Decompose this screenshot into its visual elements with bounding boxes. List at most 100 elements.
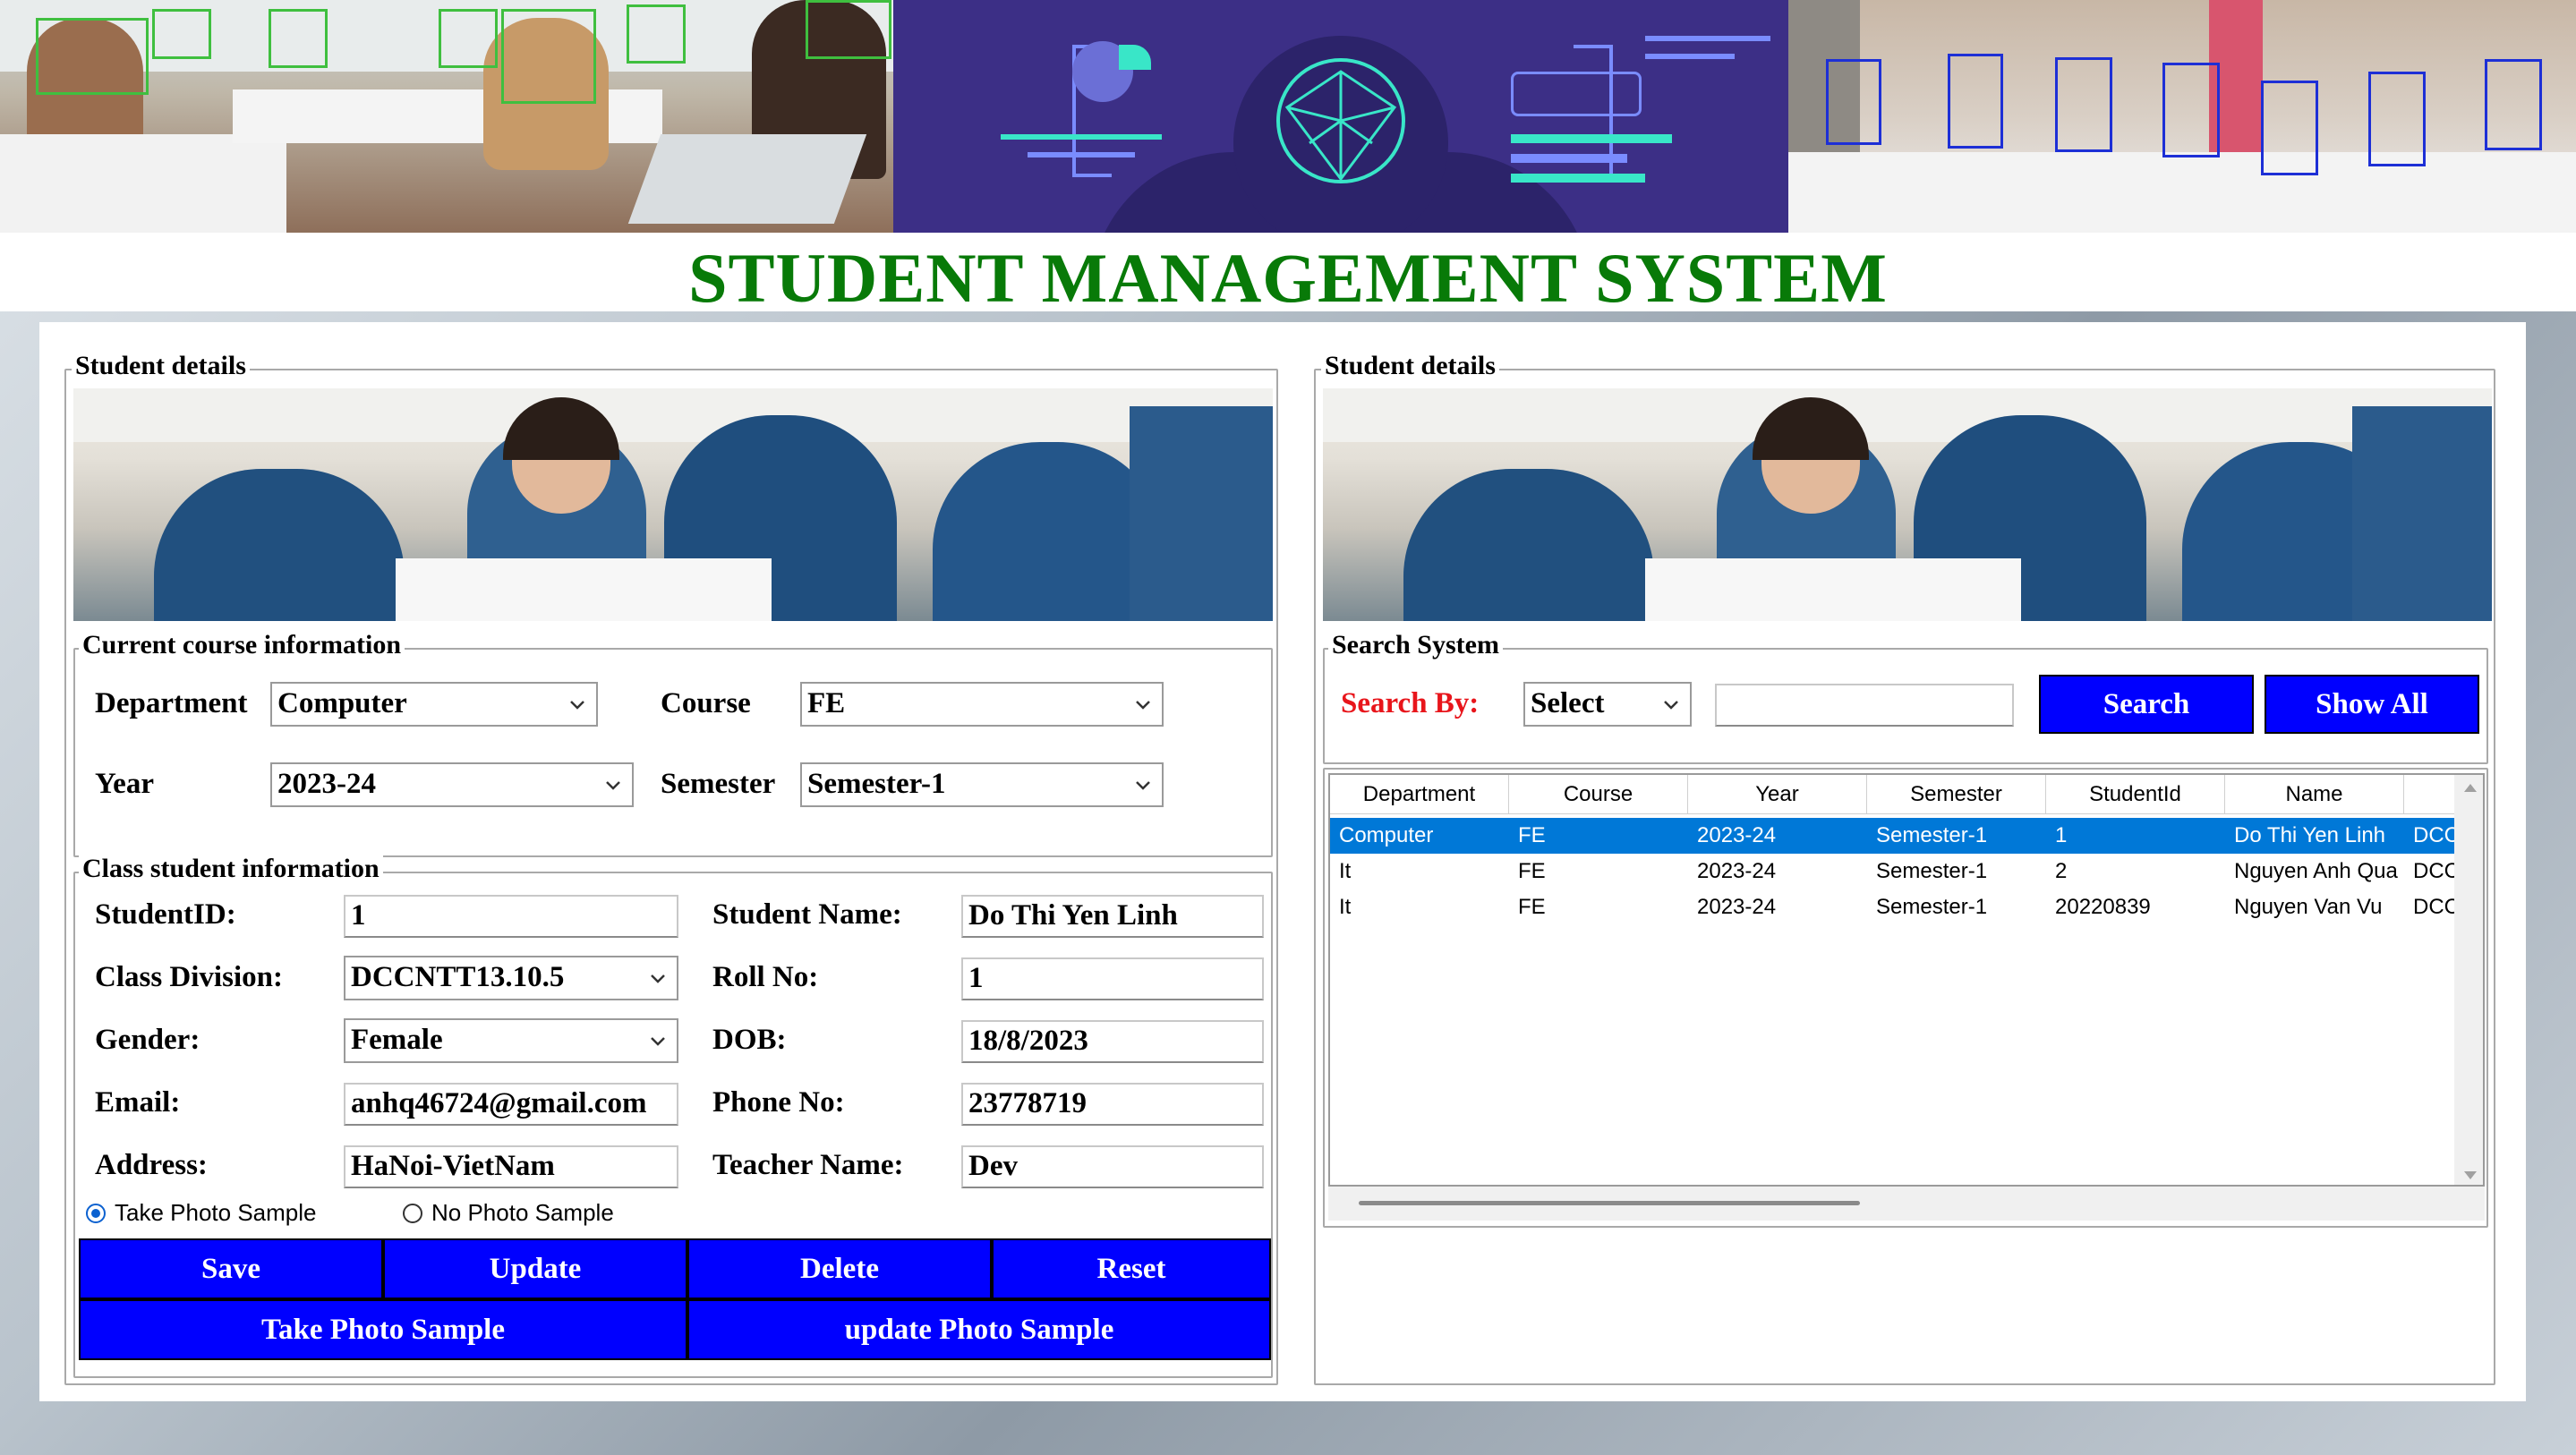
banner-classroom-image xyxy=(0,0,893,233)
email-label: Email: xyxy=(95,1086,181,1119)
course-group-legend: Current course information xyxy=(79,630,405,660)
search-by-label: Search By: xyxy=(1341,687,1480,719)
table-header-year[interactable]: Year xyxy=(1688,775,1867,814)
chevron-down-icon xyxy=(1664,701,1678,710)
teacher-name-label: Teacher Name: xyxy=(712,1149,904,1181)
horizontal-scrollbar-thumb[interactable] xyxy=(1359,1201,1860,1205)
save-button[interactable]: Save xyxy=(79,1238,383,1299)
table-row[interactable]: It FE 2023-24 Semester-1 20220839 Nguyen… xyxy=(1330,889,2483,925)
table-cell: Semester-1 xyxy=(1876,859,1988,883)
table-cell: Computer xyxy=(1339,823,1434,847)
table-header-name[interactable]: Name xyxy=(2225,775,2404,814)
right-classroom-photo xyxy=(1323,388,2492,621)
update-button[interactable]: Update xyxy=(383,1238,687,1299)
table-cell: 1 xyxy=(2055,823,2068,847)
table-cell: Semester-1 xyxy=(1876,823,1988,847)
take-photo-radio[interactable]: Take Photo Sample xyxy=(86,1199,316,1227)
chevron-down-icon xyxy=(1136,781,1150,790)
roll-no-field[interactable]: 1 xyxy=(961,957,1264,1000)
left-group-legend: Student details xyxy=(72,351,250,381)
year-select[interactable]: 2023-24 xyxy=(270,762,634,807)
student-id-field[interactable]: 1 xyxy=(344,895,678,938)
radio-selected-icon xyxy=(86,1203,106,1223)
department-select[interactable]: Computer xyxy=(270,682,598,727)
table-header-semester[interactable]: Semester xyxy=(1867,775,2046,814)
class-info-group: Class student information StudentID: 1 S… xyxy=(73,854,1273,1378)
table-cell: Semester-1 xyxy=(1876,895,1988,919)
table-cell: DCC xyxy=(2413,859,2458,883)
semester-label: Semester xyxy=(661,768,776,800)
table-cell: DCC xyxy=(2413,895,2458,919)
table-header-course[interactable]: Course xyxy=(1509,775,1688,814)
left-student-details-group: Student details Current course informati… xyxy=(64,351,1278,1385)
table-row[interactable]: It FE 2023-24 Semester-1 2 Nguyen Anh Qu… xyxy=(1330,854,2483,889)
face-mesh-icon xyxy=(1276,58,1405,183)
dob-field[interactable]: 18/8/2023 xyxy=(961,1020,1264,1063)
class-division-select-value: DCCNTT13.10.5 xyxy=(351,961,565,993)
show-all-button[interactable]: Show All xyxy=(2265,675,2479,734)
email-field[interactable]: anhq46724@gmail.com xyxy=(344,1083,678,1126)
delete-button[interactable]: Delete xyxy=(687,1238,992,1299)
semester-select[interactable]: Semester-1 xyxy=(800,762,1164,807)
table-cell: 2023-24 xyxy=(1697,823,1777,847)
table-cell: 2023-24 xyxy=(1697,859,1777,883)
semester-select-value: Semester-1 xyxy=(807,768,946,800)
gender-select-value: Female xyxy=(351,1024,443,1056)
search-by-select[interactable]: Select xyxy=(1523,682,1692,727)
gender-select[interactable]: Female xyxy=(344,1018,678,1063)
phone-no-label: Phone No: xyxy=(712,1086,845,1119)
class-division-select[interactable]: DCCNTT13.10.5 xyxy=(344,956,678,1000)
chevron-down-icon xyxy=(651,974,665,983)
table-cell: DCC xyxy=(2413,823,2458,847)
banner-students-detected-image xyxy=(1788,0,2576,233)
table-cell: FE xyxy=(1518,823,1546,847)
table-cell: 2 xyxy=(2055,859,2068,883)
table-cell: 20220839 xyxy=(2055,895,2151,919)
right-student-details-group: Student details Search System Search By:… xyxy=(1314,351,2495,1385)
reset-button[interactable]: Reset xyxy=(992,1238,1271,1299)
roll-no-label: Roll No: xyxy=(712,961,819,993)
address-label: Address: xyxy=(95,1149,208,1181)
take-photo-radio-label: Take Photo Sample xyxy=(115,1199,317,1226)
table-row[interactable]: Computer FE 2023-24 Semester-1 1 Do Thi … xyxy=(1330,818,2483,854)
table-header-studentid[interactable]: StudentId xyxy=(2046,775,2225,814)
teacher-name-field[interactable]: Dev xyxy=(961,1145,1264,1188)
no-photo-radio[interactable]: No Photo Sample xyxy=(403,1199,614,1227)
radio-unselected-icon xyxy=(403,1203,422,1223)
student-name-label: Student Name: xyxy=(712,898,902,931)
right-group-legend: Student details xyxy=(1321,351,1499,381)
update-photo-sample-button[interactable]: update Photo Sample xyxy=(687,1299,1271,1360)
chevron-down-icon xyxy=(606,781,620,790)
table-header-extra[interactable] xyxy=(2404,775,2458,814)
table-header-department[interactable]: Department xyxy=(1330,775,1509,814)
address-field[interactable]: HaNoi-VietNam xyxy=(344,1145,678,1188)
table-cell: It xyxy=(1339,859,1352,883)
department-label: Department xyxy=(95,687,248,719)
horizontal-scrollbar[interactable] xyxy=(1328,1187,2485,1221)
title-bar: STUDENT MANAGEMENT SYSTEM xyxy=(0,233,2576,317)
course-select[interactable]: FE xyxy=(800,682,1164,727)
table-cell: 2023-24 xyxy=(1697,895,1777,919)
gender-label: Gender: xyxy=(95,1024,200,1056)
table-cell: Nguyen Van Vu xyxy=(2234,895,2383,919)
course-info-group: Current course information Department Co… xyxy=(73,630,1273,857)
vertical-scrollbar[interactable] xyxy=(2454,775,2483,1185)
student-name-field[interactable]: Do Thi Yen Linh xyxy=(961,895,1264,938)
main-frame: Student details Current course informati… xyxy=(39,322,2526,1401)
table-cell: Do Thi Yen Linh xyxy=(2234,823,2386,847)
no-photo-radio-label: No Photo Sample xyxy=(431,1199,614,1226)
search-input[interactable] xyxy=(1715,684,2014,727)
search-button[interactable]: Search xyxy=(2039,675,2254,734)
scroll-down-arrow-icon[interactable] xyxy=(2461,1169,2479,1183)
search-group-legend: Search System xyxy=(1328,630,1503,660)
table-frame: Department Course Year Semester StudentI… xyxy=(1323,768,2488,1228)
year-select-value: 2023-24 xyxy=(277,768,376,800)
scroll-up-arrow-icon[interactable] xyxy=(2461,780,2479,795)
take-photo-sample-button[interactable]: Take Photo Sample xyxy=(79,1299,687,1360)
banner-face-recognition-graphic xyxy=(893,0,1788,233)
table-cell: It xyxy=(1339,895,1352,919)
student-table[interactable]: Department Course Year Semester StudentI… xyxy=(1328,773,2485,1187)
phone-no-field[interactable]: 23778719 xyxy=(961,1083,1264,1126)
app-title: STUDENT MANAGEMENT SYSTEM xyxy=(688,239,1888,317)
course-select-value: FE xyxy=(807,687,846,719)
